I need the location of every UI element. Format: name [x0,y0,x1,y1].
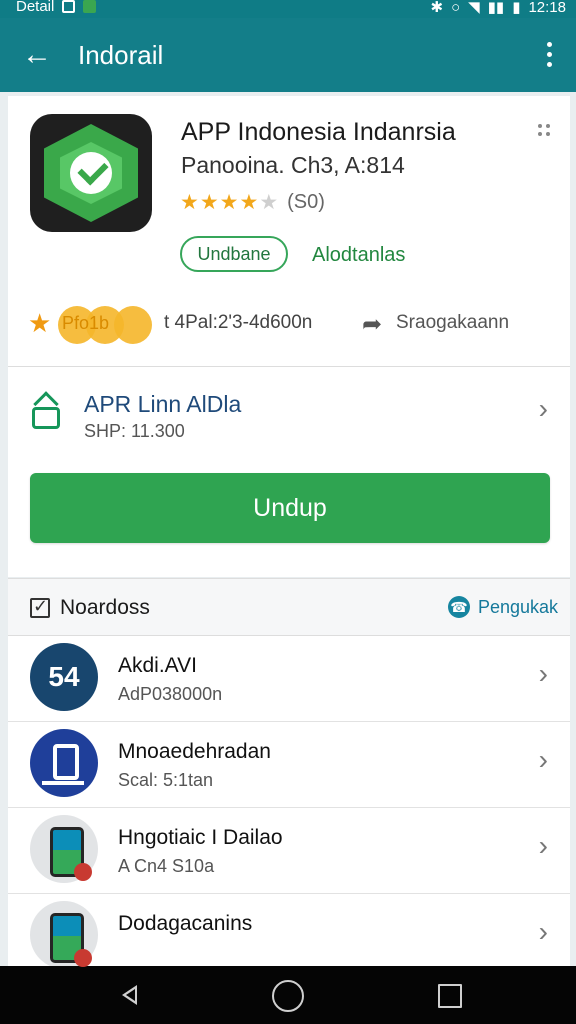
number-avatar: 54 [30,643,98,711]
app-notification-icon [83,0,97,13]
phone-icon: ☎ [447,596,470,618]
chevron-right-icon: › [538,916,548,947]
app-bar: ← Indorail [0,18,576,92]
status-left-label: Detail [16,0,55,15]
bluetooth-icon: ✱ [430,0,444,16]
meta-info: t 4Pal:2'3-4d600n [164,312,313,333]
list-item-title: Dodagacanins [118,912,253,935]
meta-row: ★ Pfo1b t 4Pal:2'3-4d600n ➦ Sraogakaann [28,302,558,348]
status-pill-button[interactable]: Undbane [180,236,288,272]
app-rating: ★★★★★ (S0) [180,190,325,215]
grid-more-icon[interactable] [538,124,552,138]
phone-app-icon [30,901,98,969]
list-item-title: Hngotiaic I Dailao [118,826,283,849]
badge-text: Pfo1b [62,313,110,333]
list-item-title: Mnoaedehradan [118,740,271,763]
share-icon[interactable]: ➦ [362,310,382,339]
status-left: Detail [16,0,97,15]
chevron-right-icon[interactable]: › [539,393,548,425]
shopping-bag-icon [28,391,60,431]
list-item-subtitle: A Cn4 S10a [118,856,215,876]
chevron-right-icon: › [538,658,548,689]
app-title: APP Indonesia Indanrsia [181,118,456,146]
package-subtitle: SHP: 11.300 [84,421,185,441]
rating-stars: ★★★★★ [180,191,280,214]
list-item[interactable]: 54 Akdi.AVI AdP038000n › [8,636,570,722]
chevron-right-icon: › [538,830,548,861]
app-subtitle: Panooina. Ch3, A:814 [181,152,405,178]
share-label[interactable]: Sraogakaann [396,312,509,334]
status-right: ✱ ○ ◥ ▮▮ ▮ 12:18 [430,0,566,16]
secondary-action-link[interactable]: Alodtanlas [312,244,405,267]
signal-icon: ▮▮ [487,0,505,16]
section-action-label: Pengukak [477,596,558,617]
arrow-left-icon[interactable]: ← [22,38,56,72]
alarm-icon: ○ [451,0,461,16]
list-item[interactable]: Hngotiaic I Dailao A Cn4 S10a › [8,808,570,894]
pfo-badge: Pfo1b [58,306,154,344]
notification-icon [62,0,76,13]
list-item-subtitle: Scal: 5:1tan [118,770,214,790]
phone-app-icon [30,815,98,883]
chevron-right-icon: › [538,744,548,775]
list: 54 Akdi.AVI AdP038000n › Mnoaedehradan S… [8,636,570,969]
status-bar: Detail ✱ ○ ◥ ▮▮ ▮ 12:18 [0,0,576,18]
clock: 12:18 [528,0,566,16]
app-bar-title: Indorail [78,40,164,70]
star-icon: ★ [28,308,52,338]
list-item-subtitle: AdP038000n [118,684,223,704]
section-header: Noardoss ☎ Pengukak [8,578,570,636]
list-item-title: Akdi.AVI [118,654,197,677]
check-icon [70,152,112,194]
recent-apps-icon[interactable] [438,984,462,1008]
app-details-card: APP Indonesia Indanrsia Panooina. Ch3, A… [8,96,570,366]
battery-icon: ▮ [512,0,521,16]
wifi-icon: ◥ [468,0,480,16]
download-button[interactable]: Undup [30,473,550,543]
badge-circle-3 [114,306,152,344]
android-navigation-bar [0,966,576,1024]
more-vert-icon[interactable] [542,42,556,70]
list-item[interactable]: Mnoaedehradan Scal: 5:1tan › [8,722,570,808]
back-icon[interactable] [114,980,146,1012]
device-icon [30,729,98,797]
shield-check-app-icon [30,114,152,232]
package-card: APR Linn AlDla SHP: 11.300 › Undup [8,367,570,577]
section-title: Noardoss [60,596,150,619]
checkbox[interactable] [30,596,50,618]
package-title: APR Linn AlDla [84,391,242,417]
section-action[interactable]: ☎ Pengukak [447,596,558,618]
home-icon[interactable] [272,980,304,1012]
rating-count: (S0) [287,191,325,213]
